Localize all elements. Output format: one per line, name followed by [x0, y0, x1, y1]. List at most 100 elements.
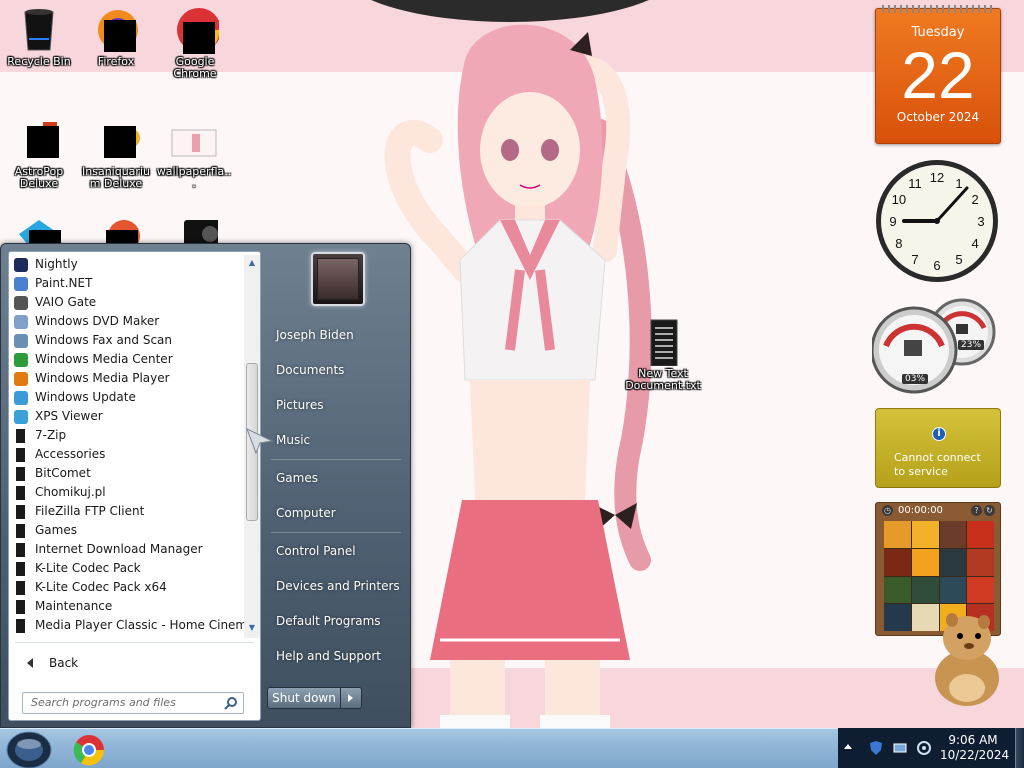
- program-label: XPS Viewer: [35, 409, 103, 423]
- hamster-pet[interactable]: [922, 600, 1012, 710]
- puzzle-tile[interactable]: [911, 521, 939, 548]
- program-item[interactable]: Games: [9, 521, 245, 540]
- back-label: Back: [49, 656, 79, 670]
- program-item[interactable]: 7-Zip: [9, 426, 245, 445]
- program-label: VAIO Gate: [35, 295, 97, 309]
- program-item[interactable]: VAIO Gate: [9, 293, 245, 312]
- puzzle-tile[interactable]: [939, 521, 967, 548]
- puzzle-tile[interactable]: [884, 576, 911, 604]
- network-icon[interactable]: [892, 740, 908, 756]
- puzzle-tile[interactable]: [967, 548, 994, 576]
- desktop-icon-recycle-bin[interactable]: Recycle Bin: [1, 6, 77, 68]
- desktop-icon-partial[interactable]: [1, 214, 77, 244]
- desktop-icon-astropop[interactable]: AstroPop Deluxe: [1, 116, 77, 190]
- show-desktop-button[interactable]: [1015, 728, 1024, 768]
- program-item[interactable]: K-Lite Codec Pack: [9, 559, 245, 578]
- menu-item-documents[interactable]: Documents: [267, 356, 405, 384]
- search-placeholder: Search programs and files: [31, 696, 176, 709]
- xps-icon: [14, 410, 28, 424]
- program-item[interactable]: Windows Update: [9, 388, 245, 407]
- menu-item-control-panel[interactable]: Control Panel: [267, 537, 405, 565]
- start-orb-icon[interactable]: [6, 729, 52, 768]
- program-item[interactable]: K-Lite Codec Pack x64: [9, 578, 245, 597]
- desktop-icon-partial[interactable]: [78, 214, 154, 244]
- start-menu-programs-pane: Nightly Paint.NET VAIO Gate Windows DVD Mak…: [8, 251, 261, 721]
- menu-item-devices-printers[interactable]: Devices and Printers: [267, 572, 405, 600]
- menu-item-default-programs[interactable]: Default Programs: [267, 607, 405, 635]
- desktop-icon-label: New Text Document.txt: [625, 367, 701, 392]
- clock-numeral: 5: [955, 252, 962, 267]
- clock-numeral: 12: [930, 170, 944, 185]
- program-item[interactable]: Windows DVD Maker: [9, 312, 245, 331]
- program-item[interactable]: Maintenance: [9, 597, 245, 616]
- all-programs-list: Nightly Paint.NET VAIO Gate Windows DVD Mak…: [9, 255, 245, 638]
- cpu-meter-gadget[interactable]: 03% 23%: [870, 298, 1002, 394]
- menu-item-help-support[interactable]: Help and Support: [267, 642, 405, 670]
- security-shield-icon[interactable]: [868, 740, 884, 756]
- puzzle-tile[interactable]: [939, 548, 967, 576]
- program-label: Paint.NET: [35, 276, 93, 290]
- info-icon: i: [932, 427, 946, 441]
- scroll-down-arrow[interactable]: ▼: [247, 623, 257, 633]
- menu-item-computer[interactable]: Computer: [267, 499, 405, 527]
- desktop-icon-wallpaper-file[interactable]: wallpaperfla...: [156, 116, 232, 190]
- program-item[interactable]: BitComet: [9, 464, 245, 483]
- program-item[interactable]: Windows Fax and Scan: [9, 331, 245, 350]
- program-item[interactable]: Accessories: [9, 445, 245, 464]
- shuffle-icon[interactable]: ↻: [984, 505, 995, 516]
- menu-item-pictures[interactable]: Pictures: [267, 391, 405, 419]
- clock-numeral: 7: [911, 252, 918, 267]
- show-hidden-icons-arrow[interactable]: [844, 744, 852, 749]
- taskbar-chrome-button[interactable]: [66, 731, 112, 767]
- webcam-icon: [170, 216, 232, 244]
- desktop-icon-insaniquarium[interactable]: Insaniquarium Deluxe: [78, 116, 154, 190]
- back-button[interactable]: Back: [15, 650, 245, 676]
- dvd-icon: [14, 315, 28, 329]
- program-item[interactable]: Media Player Classic - Home Cinema x6: [9, 616, 245, 635]
- clock-numeral: 2: [971, 192, 978, 207]
- system-clock[interactable]: 9:06 AM 10/22/2024: [940, 733, 1009, 763]
- desktop-icon-label: Firefox: [97, 55, 135, 68]
- fax-icon: [14, 334, 28, 348]
- calendar-binding: [882, 5, 996, 13]
- program-item[interactable]: Chomikuj.pl: [9, 483, 245, 502]
- shutdown-button[interactable]: Shut down: [267, 687, 341, 709]
- menu-item-user[interactable]: Joseph Biden: [267, 321, 405, 349]
- search-programs-input[interactable]: Search programs and files: [22, 692, 244, 714]
- program-label: Internet Download Manager: [35, 542, 203, 556]
- program-item[interactable]: FileZilla FTP Client: [9, 502, 245, 521]
- calendar-gadget[interactable]: Tuesday 22 October 2024: [875, 5, 1001, 144]
- puzzle-tile[interactable]: [884, 521, 911, 548]
- shutdown-options-button[interactable]: [341, 687, 362, 709]
- menu-item-games[interactable]: Games: [267, 464, 405, 492]
- help-icon[interactable]: ?: [971, 505, 982, 516]
- calendar-month-year: October 2024: [896, 110, 980, 124]
- desktop-icon-firefox[interactable]: Firefox: [78, 6, 154, 68]
- scroll-up-arrow[interactable]: ▲: [247, 258, 257, 268]
- program-item[interactable]: Nightly: [9, 255, 245, 274]
- clock-gadget[interactable]: 12 1 2 3 4 5 6 7 8 9 10 11: [874, 158, 1000, 284]
- menu-separator: [271, 532, 401, 533]
- user-avatar[interactable]: [311, 252, 365, 306]
- puzzle-tile[interactable]: [884, 548, 911, 576]
- desktop-icon-new-text-document[interactable]: New Text Document.txt: [625, 318, 701, 392]
- program-item[interactable]: Windows Media Player: [9, 369, 245, 388]
- puzzle-tile[interactable]: [967, 521, 994, 548]
- desktop-icon-label: Insaniquarium Deluxe: [82, 165, 150, 190]
- puzzle-tile[interactable]: [884, 604, 911, 631]
- update-icon: [14, 391, 28, 405]
- weather-gadget[interactable]: i Cannot connect to service: [875, 408, 1001, 488]
- menu-item-music[interactable]: Music: [267, 426, 405, 454]
- volume-icon[interactable]: [916, 740, 932, 756]
- program-label: Windows Media Center: [35, 352, 173, 366]
- program-item[interactable]: Windows Media Center: [9, 350, 245, 369]
- program-item[interactable]: Internet Download Manager: [9, 540, 245, 559]
- program-item[interactable]: XPS Viewer: [9, 407, 245, 426]
- desktop-icon-google-chrome[interactable]: Google Chrome: [157, 6, 233, 80]
- clock-numeral: 1: [955, 176, 962, 191]
- desktop-icon-label: AstroPop Deluxe: [14, 165, 64, 190]
- desktop-icon-partial[interactable]: [156, 216, 232, 244]
- program-item[interactable]: Paint.NET: [9, 274, 245, 293]
- puzzle-tile[interactable]: [911, 548, 939, 576]
- folder-icon: [16, 562, 25, 576]
